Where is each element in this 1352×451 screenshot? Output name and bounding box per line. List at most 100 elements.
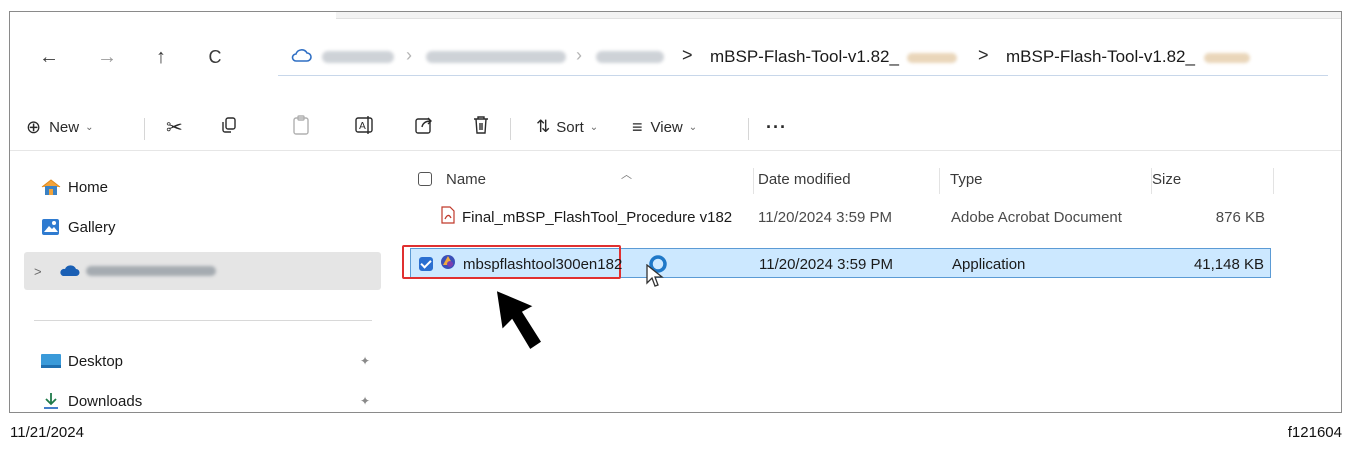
table-row-selected[interactable]: mbspflashtool300en182 11/20/2024 3:59 PM… bbox=[402, 245, 1271, 279]
chevron-down-icon: ⌄ bbox=[589, 121, 599, 133]
date-modified-cell: 11/20/2024 3:59 PM bbox=[758, 208, 892, 226]
up-arrow-icon: ↑ bbox=[156, 45, 166, 68]
view-lines-icon: ≡ bbox=[632, 116, 643, 137]
annotation-arrow-icon bbox=[490, 288, 548, 359]
figure-id: f121604 bbox=[1287, 424, 1342, 441]
pin-icon[interactable]: ✦ bbox=[360, 354, 370, 368]
scissors-icon: ✂ bbox=[166, 116, 183, 139]
sidebar-item-label: Gallery bbox=[68, 218, 116, 236]
toolbar-divider bbox=[144, 118, 145, 140]
sort-label: Sort bbox=[556, 118, 584, 136]
breadcrumb-separator: > bbox=[682, 45, 693, 65]
sidebar-item-label: Downloads bbox=[68, 392, 143, 410]
up-button[interactable]: ↑ bbox=[146, 42, 176, 72]
column-header-date-modified[interactable]: Date modified bbox=[758, 164, 940, 194]
desktop-icon bbox=[40, 352, 62, 370]
redacted-account-name bbox=[85, 266, 216, 276]
column-header-size[interactable]: Size bbox=[1152, 164, 1274, 194]
redacted-version-date bbox=[1204, 53, 1250, 63]
sort-button[interactable]: ⇅ Sort ⌄ bbox=[536, 112, 598, 142]
column-header-name[interactable]: Name ︿ bbox=[446, 164, 754, 194]
svg-text:A: A bbox=[359, 121, 366, 132]
downloads-icon bbox=[40, 392, 62, 410]
rename-icon: A bbox=[354, 115, 374, 139]
expand-chevron-icon: > bbox=[34, 263, 42, 279]
plus-circle-icon: ⊕ bbox=[26, 116, 42, 137]
table-row[interactable]: Final_mBSP_FlashTool_Procedure v182 11/2… bbox=[410, 202, 1271, 232]
sidebar-item-downloads[interactable]: Downloads ✦ bbox=[40, 386, 380, 412]
view-button[interactable]: ≡ View ⌄ bbox=[632, 112, 697, 142]
more-options-button[interactable]: ··· bbox=[766, 112, 787, 142]
file-explorer-window: ← → ↑ C › › > mBSP-Flash-Tool-v1.82_ > m… bbox=[9, 11, 1342, 413]
column-header-type[interactable]: Type bbox=[950, 164, 1152, 194]
column-label: Size bbox=[1152, 170, 1182, 188]
address-bar[interactable]: › › > mBSP-Flash-Tool-v1.82_ > mBSP-Flas… bbox=[278, 38, 1328, 76]
redacted-crumb-user bbox=[426, 51, 566, 63]
copy-button[interactable] bbox=[220, 112, 238, 142]
view-label: View bbox=[650, 118, 683, 136]
sort-icon: ⇅ bbox=[536, 117, 551, 136]
sidebar-item-label: Desktop bbox=[68, 352, 124, 370]
column-divider[interactable] bbox=[939, 168, 940, 194]
redacted-version-date bbox=[907, 53, 957, 63]
refresh-icon: C bbox=[208, 46, 222, 67]
date-modified-cell: 11/20/2024 3:59 PM bbox=[759, 255, 893, 273]
sidebar-item-onedrive[interactable]: > bbox=[24, 252, 381, 290]
new-button[interactable]: ⊕ New ⌄ bbox=[26, 112, 94, 142]
gallery-icon bbox=[40, 218, 62, 236]
navigation-bar: ← → ↑ C › › > mBSP-Flash-Tool-v1.82_ > m… bbox=[10, 34, 1341, 80]
breadcrumb-item-current[interactable]: mBSP-Flash-Tool-v1.82_ bbox=[1006, 47, 1195, 67]
more-icon: ··· bbox=[766, 116, 787, 137]
file-name-cell[interactable]: Final_mBSP_FlashTool_Procedure v182 bbox=[440, 202, 732, 232]
pin-icon[interactable]: ✦ bbox=[360, 394, 370, 408]
application-icon bbox=[439, 253, 457, 275]
delete-button[interactable] bbox=[472, 112, 490, 142]
breadcrumb-separator: › bbox=[576, 45, 582, 65]
file-name: mbspflashtool300en182 bbox=[463, 255, 623, 273]
cloud-icon bbox=[290, 47, 312, 68]
redacted-crumb-desktop bbox=[596, 51, 664, 63]
file-list: Name ︿ Date modified Type Size Final_mBS… bbox=[402, 152, 1341, 412]
pdf-icon bbox=[440, 206, 456, 228]
sidebar-divider bbox=[34, 320, 372, 321]
sidebar-item-label: Home bbox=[68, 178, 109, 196]
breadcrumb-separator: > bbox=[978, 45, 989, 65]
forward-button[interactable]: → bbox=[92, 42, 122, 72]
file-name-cell[interactable]: mbspflashtool300en182 bbox=[439, 249, 622, 279]
chevron-down-icon: ⌄ bbox=[688, 121, 698, 133]
breadcrumb-item[interactable]: mBSP-Flash-Tool-v1.82_ bbox=[710, 47, 899, 67]
column-label: Date modified bbox=[758, 170, 851, 188]
command-toolbar: ⊕ New ⌄ ✂ A ⇅ Sort ⌄ ≡ View ⌄ ··· bbox=[10, 104, 1341, 151]
home-icon bbox=[40, 178, 62, 196]
checkbox-checked-icon bbox=[419, 257, 433, 271]
toolbar-divider bbox=[510, 118, 511, 140]
rename-button[interactable]: A bbox=[354, 112, 374, 142]
file-name: Final_mBSP_FlashTool_Procedure v182 bbox=[462, 208, 733, 226]
sort-ascending-icon: ︿ bbox=[621, 169, 632, 181]
column-label: Type bbox=[950, 170, 983, 188]
chevron-down-icon: ⌄ bbox=[85, 121, 94, 133]
sidebar-item-home[interactable]: Home bbox=[40, 172, 108, 202]
cut-button[interactable]: ✂ bbox=[166, 112, 183, 142]
share-button[interactable] bbox=[414, 112, 434, 142]
onedrive-cloud-icon bbox=[58, 262, 80, 280]
row-checkbox[interactable] bbox=[419, 249, 433, 279]
sidebar-item-gallery[interactable]: Gallery bbox=[40, 212, 116, 242]
copy-icon bbox=[220, 116, 238, 138]
toolbar-divider bbox=[748, 118, 749, 140]
checkbox-icon bbox=[418, 172, 432, 186]
column-divider[interactable] bbox=[753, 168, 754, 194]
refresh-button[interactable]: C bbox=[200, 42, 230, 72]
sidebar-item-desktop[interactable]: Desktop ✦ bbox=[40, 346, 380, 376]
size-cell: 876 KB bbox=[1215, 208, 1265, 226]
select-all-checkbox[interactable] bbox=[418, 164, 432, 194]
navigation-pane: Home Gallery > Desktop ✦ Downloads ✦ bbox=[10, 152, 395, 412]
paste-button[interactable] bbox=[292, 112, 310, 142]
back-button[interactable]: ← bbox=[34, 42, 64, 72]
mouse-cursor-icon bbox=[646, 263, 664, 293]
column-divider[interactable] bbox=[1273, 168, 1274, 194]
share-icon bbox=[414, 115, 434, 139]
clipboard-icon bbox=[292, 115, 310, 139]
new-label: New bbox=[49, 118, 80, 136]
title-bar-strip bbox=[336, 12, 1341, 19]
